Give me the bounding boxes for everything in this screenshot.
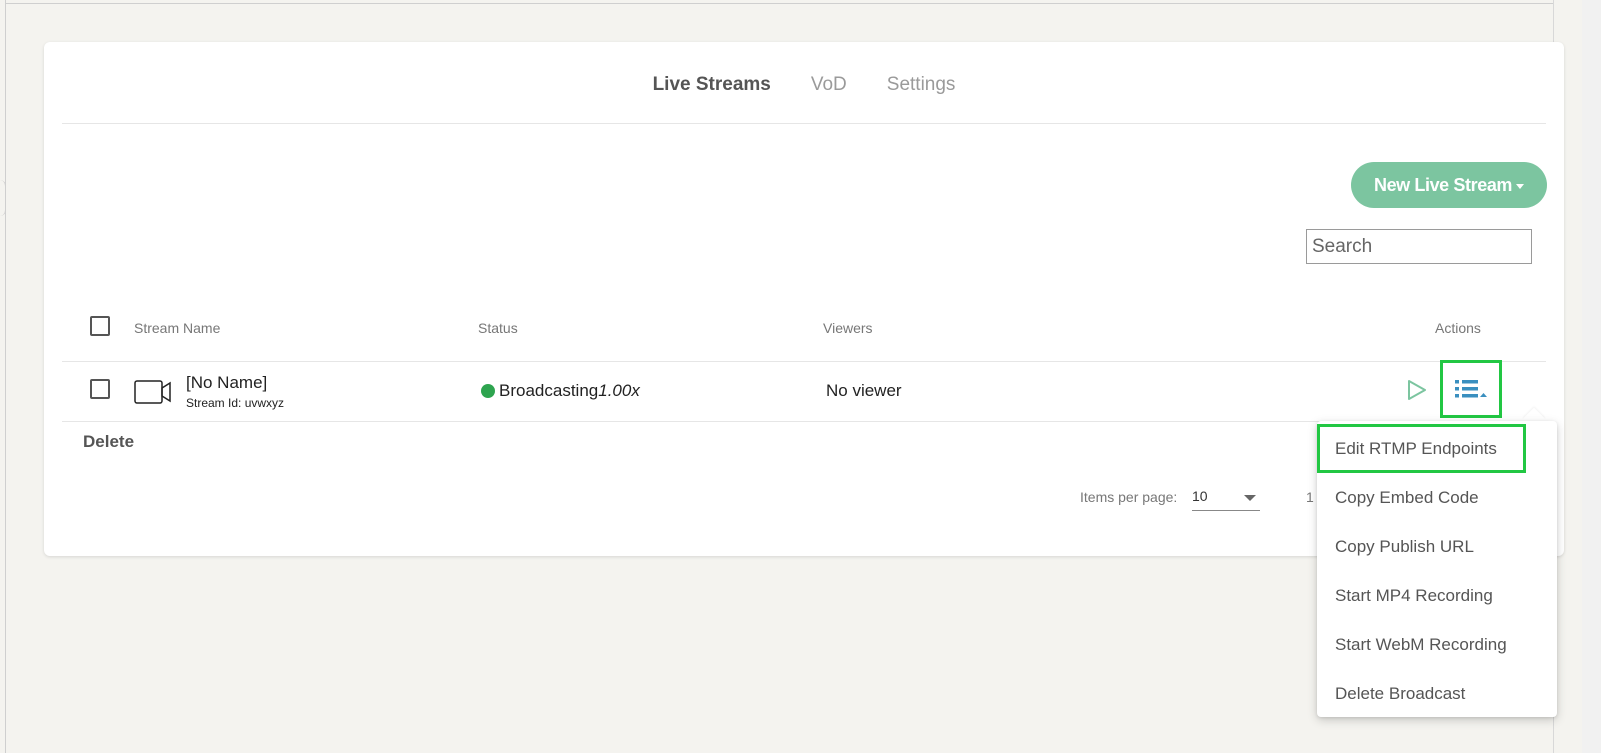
video-camera-icon [134, 380, 171, 404]
list-menu-icon [1455, 380, 1487, 398]
menu-item-copy-embed-code[interactable]: Copy Embed Code [1317, 473, 1557, 522]
stream-id: Stream Id: uvwxyz [186, 396, 285, 410]
delete-selected-button[interactable]: Delete [83, 432, 134, 452]
tab-settings[interactable]: Settings [887, 74, 956, 96]
caret-down-icon [1516, 184, 1525, 189]
items-per-page-value: 10 [1192, 488, 1208, 504]
search-input[interactable] [1306, 229, 1532, 264]
tab-live-streams[interactable]: Live Streams [653, 74, 771, 96]
header-status: Status [478, 320, 518, 336]
header-viewers: Viewers [823, 320, 873, 336]
select-all-checkbox[interactable] [90, 316, 110, 336]
sidebar-toggle-notch[interactable] [0, 180, 6, 216]
header-actions: Actions [1435, 320, 1481, 336]
items-per-page-label: Items per page: [1080, 489, 1178, 505]
items-per-page-select[interactable]: 10 [1192, 485, 1260, 511]
viewer-count: No viewer [826, 381, 902, 400]
actions-dropdown-menu: Edit RTMP Endpoints Copy Embed Code Copy… [1317, 421, 1557, 717]
page-top-border [5, 3, 1554, 4]
stream-name: [No Name] [186, 373, 268, 392]
menu-item-copy-publish-url[interactable]: Copy Publish URL [1317, 522, 1557, 571]
dropdown-arrow-icon [1244, 495, 1256, 501]
menu-item-delete-broadcast[interactable]: Delete Broadcast [1317, 669, 1557, 718]
menu-item-start-webm-recording[interactable]: Start WebM Recording [1317, 620, 1557, 669]
page-range-text: 1 [1306, 489, 1314, 505]
actions-menu-button[interactable] [1440, 360, 1502, 418]
new-live-stream-label: New Live Stream [1373, 174, 1513, 195]
scrollbar[interactable] [1582, 0, 1601, 753]
play-icon[interactable] [1406, 378, 1428, 402]
menu-item-edit-rtmp-endpoints[interactable]: Edit RTMP Endpoints [1317, 424, 1526, 473]
header-stream-name: Stream Name [134, 320, 221, 336]
page-left-border [5, 0, 6, 753]
status-indicator-dot [481, 384, 495, 398]
row-checkbox[interactable] [90, 379, 110, 399]
table-divider [62, 361, 1546, 362]
status-text: Broadcasting1.00x [499, 381, 640, 401]
tab-bar: Live Streams VoD Settings [62, 42, 1546, 124]
tab-vod[interactable]: VoD [811, 74, 847, 96]
menu-item-start-mp4-recording[interactable]: Start MP4 Recording [1317, 571, 1557, 620]
new-live-stream-button[interactable]: New Live Stream [1351, 162, 1547, 208]
status-label: Broadcasting [499, 381, 599, 400]
status-speed: 1.00x [598, 381, 640, 400]
